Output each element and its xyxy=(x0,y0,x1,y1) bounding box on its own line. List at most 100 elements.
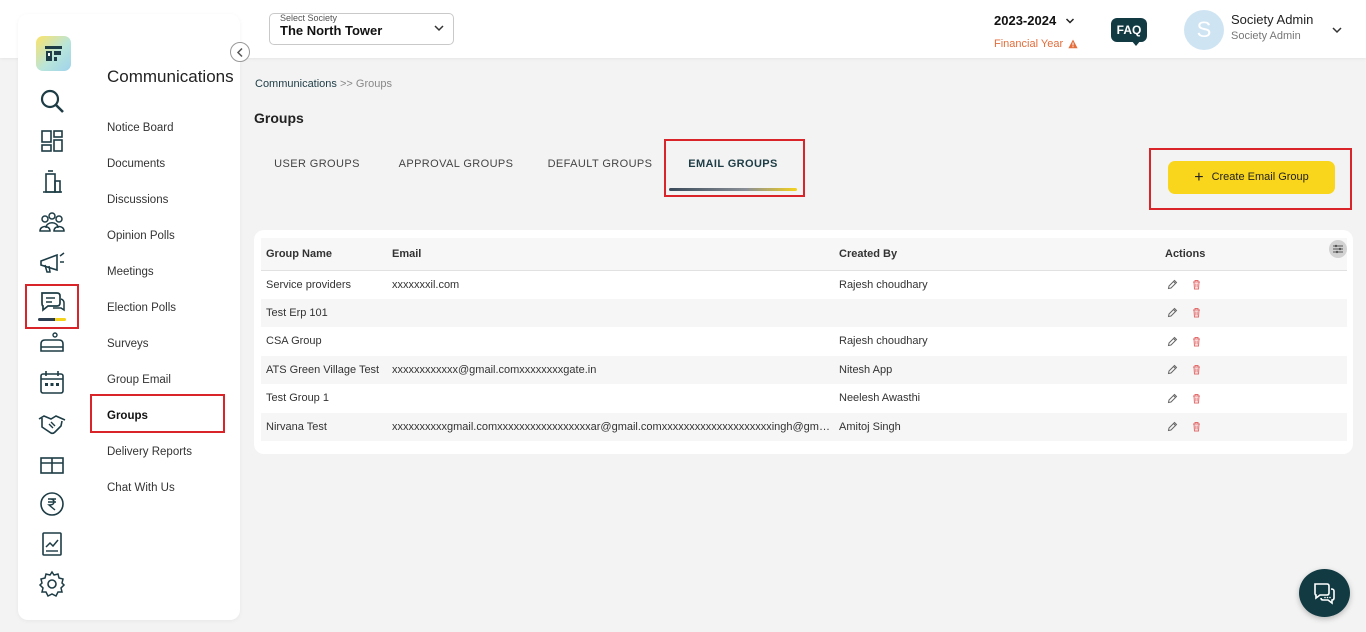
table-row[interactable]: Test Erp 101 xyxy=(261,298,1347,327)
column-header-email[interactable]: Email xyxy=(387,238,834,271)
report-icon[interactable] xyxy=(38,530,66,558)
cell-email: xxxxxxxxxxxx@gmail.comxxxxxxxxgate.in xyxy=(387,355,834,384)
page-title: Groups xyxy=(254,110,304,126)
members-icon[interactable] xyxy=(38,208,66,236)
subnav-item-chat-with-us[interactable]: Chat With Us xyxy=(107,478,192,514)
communications-icon[interactable] xyxy=(38,288,66,316)
search-icon[interactable] xyxy=(38,87,66,115)
user-name[interactable]: Society Admin xyxy=(1231,12,1313,27)
settings-icon[interactable] xyxy=(38,570,66,598)
parcel-icon[interactable] xyxy=(38,450,66,478)
collapse-sidebar-button[interactable] xyxy=(230,42,250,62)
cell-email xyxy=(387,384,834,413)
cell-email: xxxxxxxxxxgmail.comxxxxxxxxxxxxxxxxxar@g… xyxy=(387,412,834,441)
tab-approval-groups[interactable]: APPROVAL GROUPS xyxy=(398,146,514,182)
edit-pencil-icon[interactable] xyxy=(1167,421,1178,432)
communications-subnav: Notice Board Documents Discussions Opini… xyxy=(107,118,192,514)
tab-default-groups[interactable]: DEFAULT GROUPS xyxy=(547,146,653,182)
table-header-row: Group Name Email Created By Actions xyxy=(261,238,1347,271)
subnav-item-notice-board[interactable]: Notice Board xyxy=(107,118,192,154)
breadcrumb-parent[interactable]: Communications xyxy=(255,78,337,90)
subnav-item-delivery-reports[interactable]: Delivery Reports xyxy=(107,442,192,478)
dashboard-icon[interactable] xyxy=(38,127,66,155)
create-email-group-button[interactable]: + Create Email Group xyxy=(1168,161,1335,194)
faq-bubble-tail xyxy=(1131,40,1141,46)
facility-icon[interactable] xyxy=(38,329,66,357)
subnav-item-documents[interactable]: Documents xyxy=(107,154,192,190)
cell-created-by: Nitesh App xyxy=(834,355,1160,384)
delete-trash-icon[interactable] xyxy=(1191,393,1202,404)
cell-group-name: ATS Green Village Test xyxy=(261,355,387,384)
warning-icon xyxy=(1068,39,1078,49)
delete-trash-icon[interactable] xyxy=(1191,336,1202,347)
delete-trash-icon[interactable] xyxy=(1191,279,1202,290)
cell-created-by xyxy=(834,298,1160,327)
cell-email xyxy=(387,327,834,356)
subnav-item-meetings[interactable]: Meetings xyxy=(107,262,192,298)
groups-highlight-box xyxy=(90,394,225,433)
society-select[interactable]: Select Society The North Tower xyxy=(269,13,454,45)
edit-pencil-icon[interactable] xyxy=(1167,307,1178,318)
table-row[interactable]: ATS Green Village Test xxxxxxxxxxxx@gmai… xyxy=(261,355,1347,384)
faq-button[interactable]: FAQ xyxy=(1111,18,1147,42)
chevron-down-icon[interactable] xyxy=(1331,24,1343,36)
society-select-label: Select Society xyxy=(280,13,338,23)
groups-table: Group Name Email Created By Actions Serv… xyxy=(261,238,1347,441)
delete-trash-icon[interactable] xyxy=(1191,307,1202,318)
create-email-group-label: Create Email Group xyxy=(1211,170,1309,183)
column-header-actions: Actions xyxy=(1160,238,1347,271)
cell-created-by: Rajesh choudhary xyxy=(839,335,928,348)
chat-bubbles-icon xyxy=(1314,583,1335,605)
subnav-item-opinion-polls[interactable]: Opinion Polls xyxy=(107,226,192,262)
subnav-item-discussions[interactable]: Discussions xyxy=(107,190,192,226)
cell-group-name: Nirvana Test xyxy=(261,412,387,441)
handshake-icon[interactable] xyxy=(38,409,66,437)
delete-trash-icon[interactable] xyxy=(1191,421,1202,432)
cell-group-name: Test Group 1 xyxy=(266,392,329,405)
cell-group-name: Service providers xyxy=(266,278,351,291)
rupee-icon[interactable] xyxy=(38,490,66,518)
cell-actions xyxy=(1160,327,1347,356)
table-row[interactable]: CSA Group Rajesh choudhary xyxy=(261,327,1347,356)
cell-group-name: CSA Group xyxy=(266,335,322,348)
edit-pencil-icon[interactable] xyxy=(1167,364,1178,375)
calendar-icon[interactable] xyxy=(38,369,66,397)
cell-email xyxy=(387,298,834,327)
user-role: Society Admin xyxy=(1231,30,1301,42)
chevron-down-icon xyxy=(434,25,444,32)
announcement-icon[interactable] xyxy=(38,248,66,276)
cell-actions xyxy=(1160,298,1347,327)
financial-year-label: Financial Year xyxy=(994,38,1064,50)
cell-email: xxxxxxxil.com xyxy=(392,278,460,291)
table-row[interactable]: Nirvana Test xxxxxxxxxxgmail.comxxxxxxxx… xyxy=(261,412,1347,441)
subnav-item-surveys[interactable]: Surveys xyxy=(107,334,192,370)
financial-year-selector[interactable]: 2023-2024 Financial Year xyxy=(994,12,1094,50)
cell-actions xyxy=(1160,384,1347,413)
cell-group-name: Test Erp 101 xyxy=(261,298,387,327)
column-settings-button[interactable] xyxy=(1329,240,1347,258)
delete-trash-icon[interactable] xyxy=(1191,364,1202,375)
breadcrumb-current: Groups xyxy=(355,78,392,90)
building-icon[interactable] xyxy=(38,168,66,196)
column-header-group-name[interactable]: Group Name xyxy=(261,238,387,271)
breadcrumb: Communications >> Groups xyxy=(255,78,392,90)
subnav-item-election-polls[interactable]: Election Polls xyxy=(107,298,192,334)
column-header-created-by[interactable]: Created By xyxy=(834,238,1160,271)
logo-icon[interactable] xyxy=(36,36,71,71)
cell-actions xyxy=(1160,355,1347,384)
table-row[interactable]: Test Group 1 Neelesh Awasthi xyxy=(261,384,1347,413)
table-row[interactable]: Service providers xxxxxxxil.com Rajesh c… xyxy=(261,270,1347,299)
edit-pencil-icon[interactable] xyxy=(1167,393,1178,404)
email-groups-highlight-box xyxy=(664,139,805,197)
chat-support-button[interactable] xyxy=(1299,569,1350,617)
cell-created-by: Amitoj Singh xyxy=(834,412,1160,441)
section-title: Communications xyxy=(107,67,234,86)
edit-pencil-icon[interactable] xyxy=(1167,336,1178,347)
chevron-down-icon xyxy=(1065,18,1074,24)
tab-user-groups[interactable]: USER GROUPS xyxy=(274,146,360,182)
cell-actions xyxy=(1160,412,1347,441)
sliders-icon xyxy=(1333,244,1343,254)
breadcrumb-separator: >> xyxy=(339,78,353,90)
avatar[interactable]: S xyxy=(1184,10,1224,50)
edit-pencil-icon[interactable] xyxy=(1167,279,1178,290)
